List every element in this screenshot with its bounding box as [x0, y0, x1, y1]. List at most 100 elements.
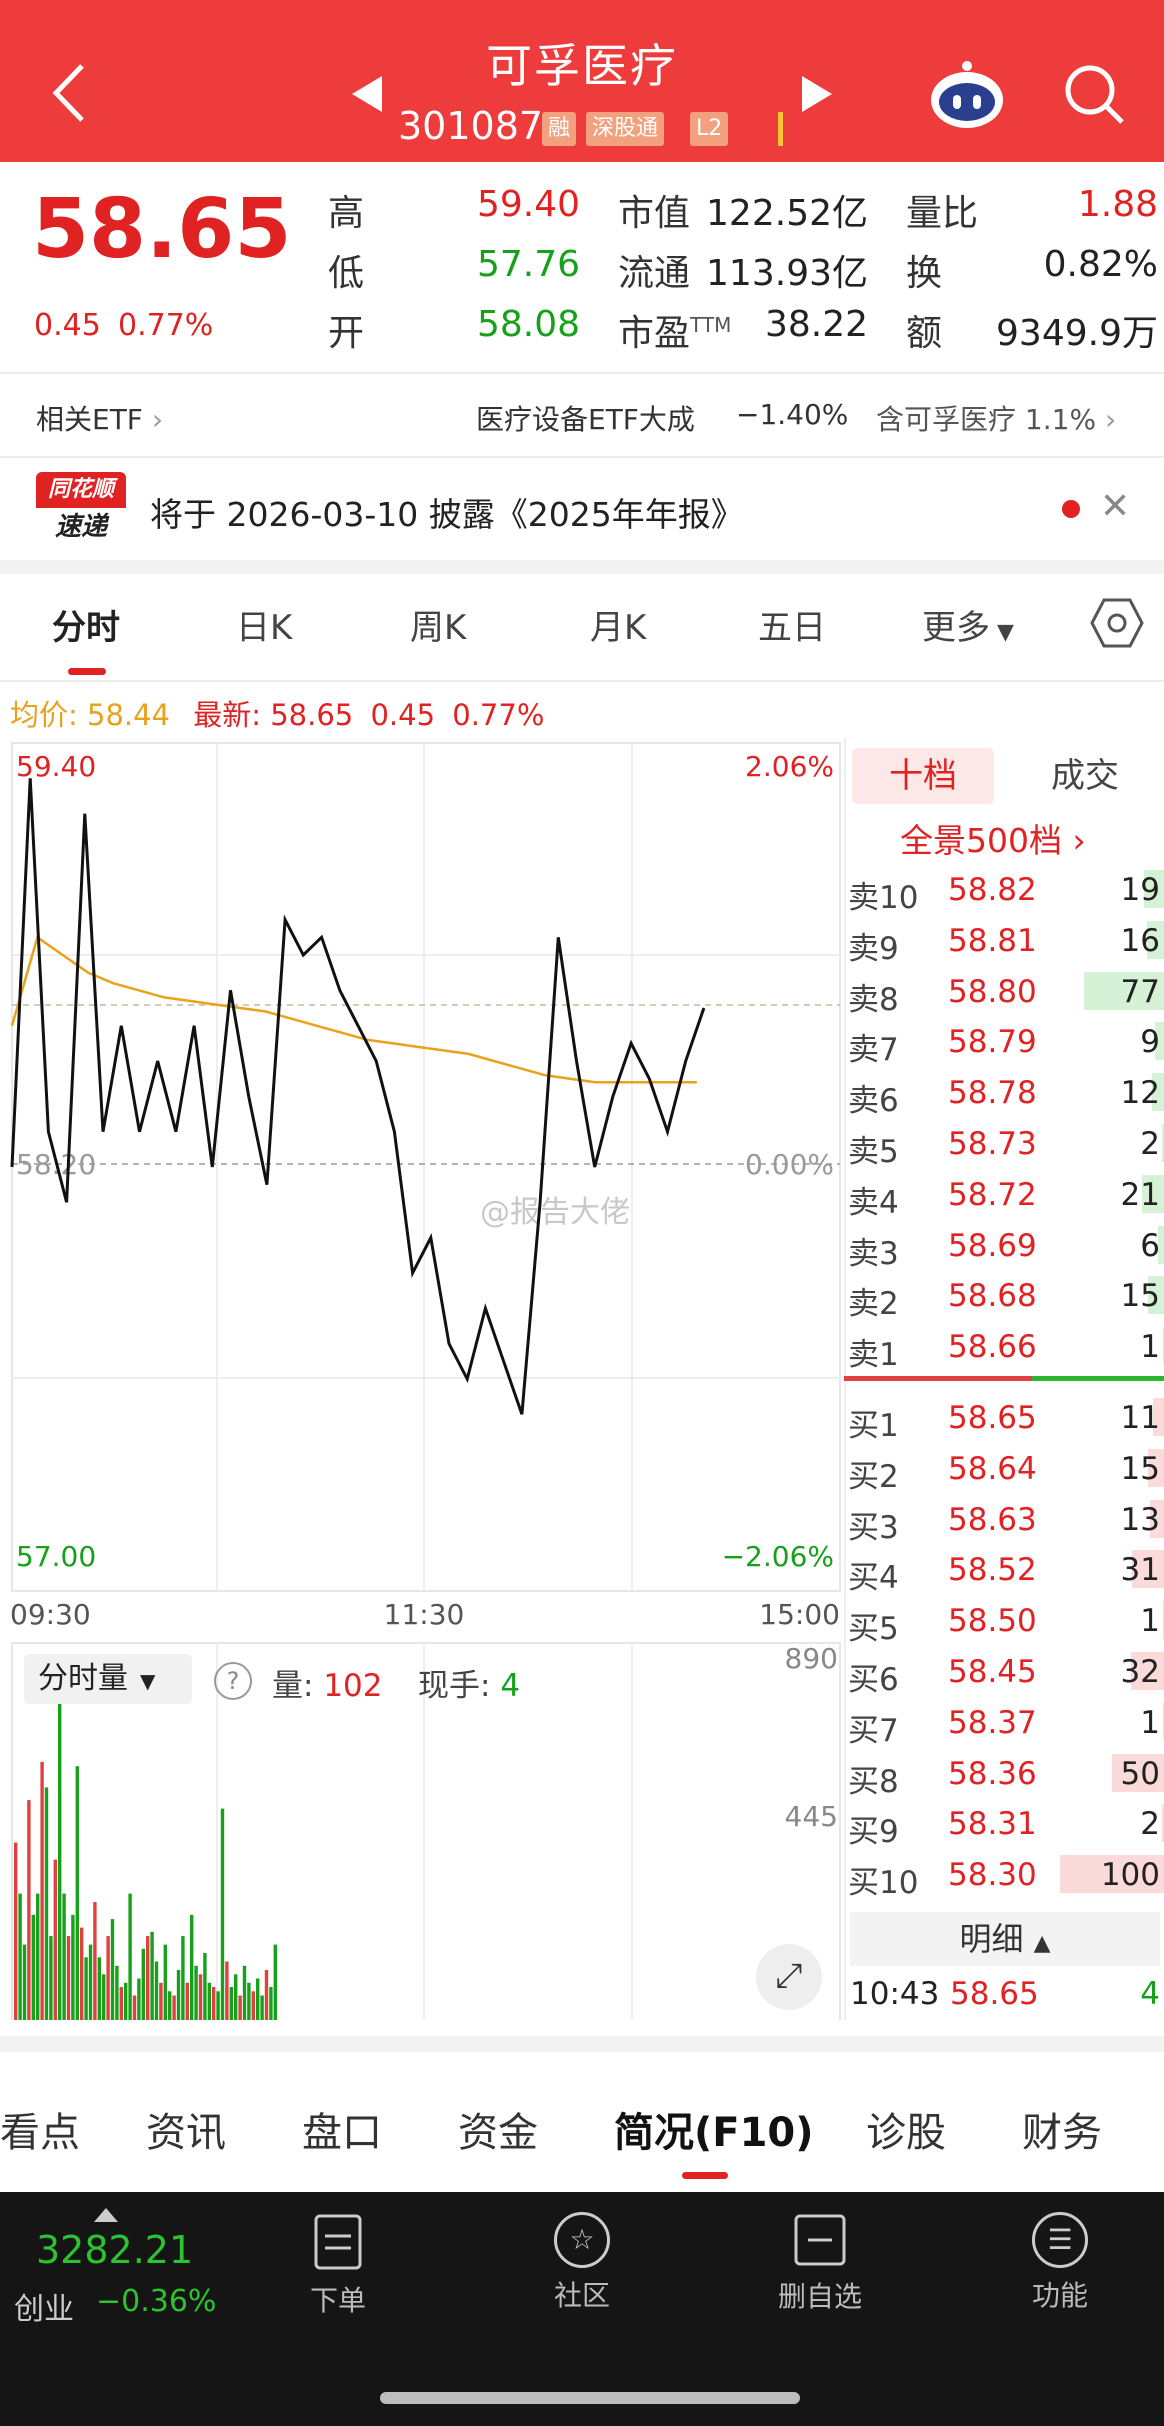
- sell-level-row[interactable]: 卖1 58.66 1: [848, 1321, 1164, 1373]
- notice-text[interactable]: 将于 2026-03-10 披露《2025年年报》: [150, 488, 744, 536]
- volume-type-selector[interactable]: 分时量 ▼: [24, 1654, 192, 1704]
- help-icon[interactable]: ?: [214, 1662, 252, 1700]
- volume-bar: [44, 1787, 49, 2020]
- buy-level-row[interactable]: 买4 58.52 31: [848, 1544, 1164, 1596]
- sell-level-row[interactable]: 卖3 58.69 6: [848, 1220, 1164, 1272]
- buy-level-volume: 2: [1140, 1806, 1160, 1843]
- intraday-chart[interactable]: 59.40 58.20 57.00 2.06% 0.00% −2.06% 09:…: [0, 738, 846, 1648]
- tab-weekly-k[interactable]: 周K: [410, 600, 466, 649]
- tab-daily-k[interactable]: 日K: [236, 600, 292, 649]
- volume-bar: [247, 1982, 251, 2020]
- buy-level-volume: 32: [1120, 1654, 1160, 1690]
- sell-level-row[interactable]: 卖2 58.68 15: [848, 1270, 1164, 1322]
- sell-level-row[interactable]: 卖7 58.79 9: [848, 1016, 1164, 1068]
- volume-bar: [128, 1893, 132, 2020]
- tab-news[interactable]: 资讯: [146, 2100, 226, 2158]
- buy-level-row[interactable]: 买5 58.50 1: [848, 1595, 1164, 1647]
- settings-hexagon-icon[interactable]: [1090, 596, 1144, 650]
- detail-time: 10:43: [850, 1976, 940, 2012]
- sell-level-row[interactable]: 卖4 58.72 21: [848, 1169, 1164, 1221]
- buy-level-price: 58.64: [948, 1450, 1037, 1487]
- tab-finance[interactable]: 财务: [1022, 2100, 1102, 2158]
- prev-stock-icon[interactable]: [350, 74, 384, 114]
- tab-intraday[interactable]: 分时: [52, 600, 120, 649]
- buy-power-bar: [1032, 1376, 1164, 1381]
- index-value[interactable]: 3282.21: [36, 2228, 193, 2272]
- buy-level-row[interactable]: 买7 58.37 1: [848, 1697, 1164, 1749]
- stat-label-float: 流通: [618, 253, 691, 294]
- star-badge-icon: ☆: [554, 2212, 610, 2268]
- stat-label-low: 低: [328, 253, 365, 294]
- latest-price: 最新: 58.65: [193, 698, 354, 732]
- buy-level-row[interactable]: 买3 58.63 13: [848, 1494, 1164, 1546]
- buy-level-price: 58.37: [948, 1704, 1037, 1741]
- volume-bar: [66, 1936, 71, 2020]
- sell-level-row[interactable]: 卖6 58.78 12: [848, 1067, 1164, 1119]
- tab-diagnosis[interactable]: 诊股: [866, 2100, 946, 2158]
- tab-handicap[interactable]: 盘口: [302, 2100, 382, 2158]
- sell-level-price: 58.69: [948, 1227, 1037, 1264]
- detail-header[interactable]: 明细 ▲: [850, 1912, 1160, 1966]
- tab-five-day[interactable]: 五日: [758, 600, 826, 649]
- sell-level-volume: 12: [1120, 1075, 1160, 1112]
- home-indicator[interactable]: [380, 2392, 800, 2404]
- buy-level-row[interactable]: 买10 58.30 100: [848, 1849, 1164, 1901]
- nav-place-order[interactable]: 下单: [268, 2212, 408, 2319]
- panorama-500-link[interactable]: 全景500档 ›: [900, 814, 1086, 862]
- buy-level-label: 买9: [848, 1814, 899, 1851]
- volume-bar: [84, 1957, 88, 2020]
- stat-value-amount: 9349.9万: [996, 313, 1158, 354]
- expand-up-icon[interactable]: [94, 2208, 118, 2222]
- volume-bar: [172, 1995, 176, 2020]
- tab-funds[interactable]: 资金: [458, 2100, 538, 2158]
- tab-trades[interactable]: 成交: [1010, 748, 1160, 804]
- close-icon[interactable]: ✕: [1100, 486, 1130, 527]
- tab-highlights[interactable]: 看点: [0, 2100, 80, 2158]
- buy-level-row[interactable]: 买2 58.64 15: [848, 1443, 1164, 1495]
- next-stock-icon[interactable]: [800, 74, 834, 114]
- volume-bar: [264, 1970, 269, 2020]
- tab-monthly-k[interactable]: 月K: [590, 600, 646, 649]
- index-change: −0.36%: [96, 2284, 217, 2319]
- volume-bar: [62, 1893, 66, 2020]
- nav-community[interactable]: ☆ 社区: [512, 2212, 652, 2314]
- sell-level-row[interactable]: 卖5 58.73 2: [848, 1118, 1164, 1170]
- sell-level-row[interactable]: 卖10 58.82 19: [848, 864, 1164, 916]
- fullscreen-icon[interactable]: ⤢: [756, 1944, 822, 2010]
- volume-bar: [93, 1902, 97, 2020]
- search-icon[interactable]: [1062, 62, 1126, 126]
- buy-level-volume: 31: [1120, 1552, 1160, 1589]
- buy-level-row[interactable]: 买6 58.45 32: [848, 1646, 1164, 1698]
- remove-square-icon: [794, 2214, 846, 2266]
- etf-name[interactable]: 医疗设备ETF大成: [476, 398, 695, 438]
- volume-bar: [106, 1936, 110, 2020]
- sell-level-price: 58.73: [948, 1126, 1037, 1162]
- buy-level-row[interactable]: 买9 58.31 2: [848, 1798, 1164, 1851]
- chart-frame: [11, 742, 841, 1592]
- volume-bar: [256, 1978, 260, 2020]
- sell-level-row[interactable]: 卖8 58.80 77: [848, 966, 1164, 1018]
- buy-level-label: 买8: [848, 1763, 899, 1800]
- tab-more[interactable]: 更多 ▼: [922, 600, 1014, 649]
- nav-remove-watchlist[interactable]: 删自选: [750, 2212, 890, 2315]
- related-etf-link[interactable]: 相关ETF ›: [36, 398, 163, 438]
- nav-functions[interactable]: ☰ 功能: [990, 2212, 1130, 2314]
- active-bottom-tab-indicator: [682, 2172, 728, 2179]
- buy-level-row[interactable]: 买1 58.65 11: [848, 1392, 1164, 1444]
- stat-label-mktcap: 市值: [618, 193, 691, 234]
- buy-level-label: 买7: [848, 1712, 899, 1749]
- etf-contains[interactable]: 含可孚医疗 1.1% ›: [876, 398, 1116, 438]
- buy-level-price: 58.30: [948, 1857, 1037, 1894]
- volume-bar: [146, 1936, 150, 2020]
- buy-level-row[interactable]: 买8 58.36 50: [848, 1748, 1164, 1800]
- tab-f10-overview[interactable]: 简况(F10): [614, 2100, 814, 2158]
- volume-bar: [110, 1919, 115, 2020]
- volume-bar: [229, 1987, 233, 2020]
- robot-assistant-icon[interactable]: [928, 58, 1006, 130]
- l2-tag: L2: [690, 112, 729, 146]
- sell-level-volume: 19: [1120, 872, 1160, 908]
- volume-bar: [181, 1936, 185, 2020]
- tab-ten-levels[interactable]: 十档: [852, 748, 994, 804]
- etf-change: −1.40%: [736, 398, 849, 431]
- sell-level-row[interactable]: 卖9 58.81 16: [848, 915, 1164, 967]
